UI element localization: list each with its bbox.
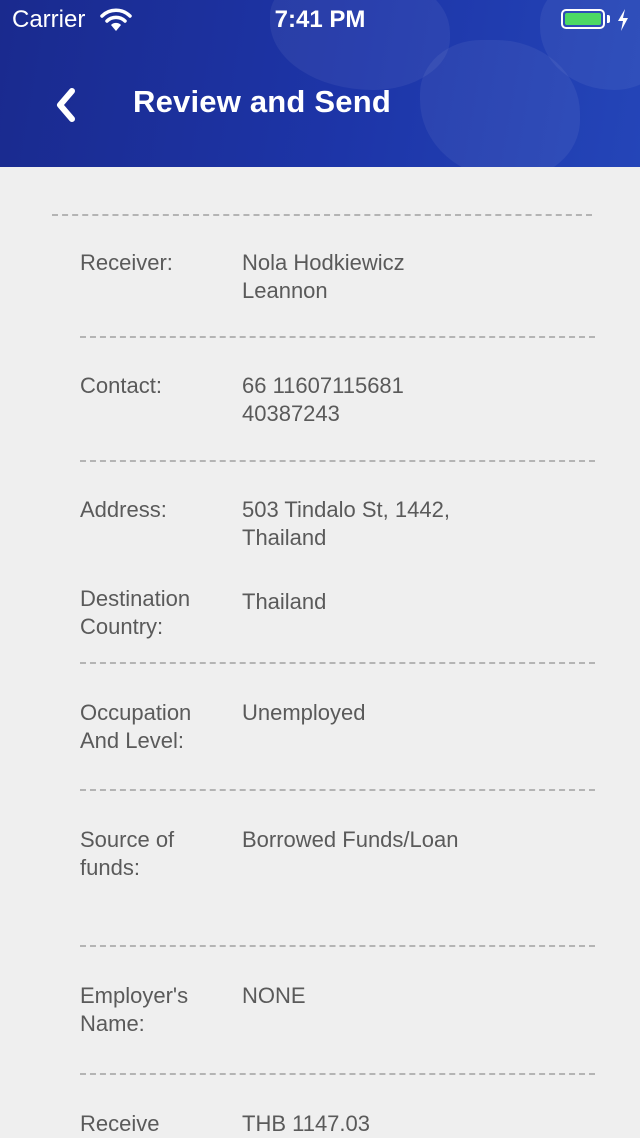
page-title: Review and Send xyxy=(133,84,391,119)
receiver-label: Receiver: xyxy=(80,250,173,275)
occupation-value: Unemployed xyxy=(242,700,366,725)
dashed-divider xyxy=(80,1073,595,1075)
address-label: Address: xyxy=(80,497,167,522)
dashed-divider xyxy=(80,789,595,791)
contact-value: 66 11607115681 40387243 xyxy=(242,373,404,426)
address-value: 503 Tindalo St, 1442, Thailand xyxy=(242,497,450,550)
contact-label: Contact: xyxy=(80,373,162,398)
back-button[interactable] xyxy=(44,80,88,130)
destination-country-label: Destination Country: xyxy=(80,586,191,639)
dashed-divider xyxy=(80,336,595,338)
status-bar: Carrier 7:41 PM xyxy=(0,0,640,40)
dashed-divider xyxy=(52,214,592,216)
battery-tip xyxy=(607,15,610,23)
dashed-divider xyxy=(80,662,595,664)
receiver-value: Nola Hodkiewicz Leannon xyxy=(242,250,405,303)
battery-icon xyxy=(561,9,605,29)
status-time: 7:41 PM xyxy=(274,6,366,33)
destination-country-value: Thailand xyxy=(242,589,327,614)
source-of-funds-label: Source of funds: xyxy=(80,827,175,880)
occupation-label: Occupation And Level: xyxy=(80,700,192,753)
receive-amount-label: Receive xyxy=(80,1111,160,1136)
chevron-left-icon xyxy=(57,88,75,122)
source-of-funds-value: Borrowed Funds/Loan xyxy=(242,827,459,852)
dashed-divider xyxy=(80,945,595,947)
receive-amount-value: THB 1147.03 xyxy=(242,1111,371,1136)
employer-name-label: Employer's Name: xyxy=(80,983,189,1036)
dashed-divider xyxy=(80,460,595,462)
navigation-header: Carrier 7:41 PM Review and Send xyxy=(0,0,640,167)
battery-level xyxy=(565,13,601,25)
employer-name-value: NONE xyxy=(242,983,306,1008)
charging-bolt-icon xyxy=(618,9,628,31)
